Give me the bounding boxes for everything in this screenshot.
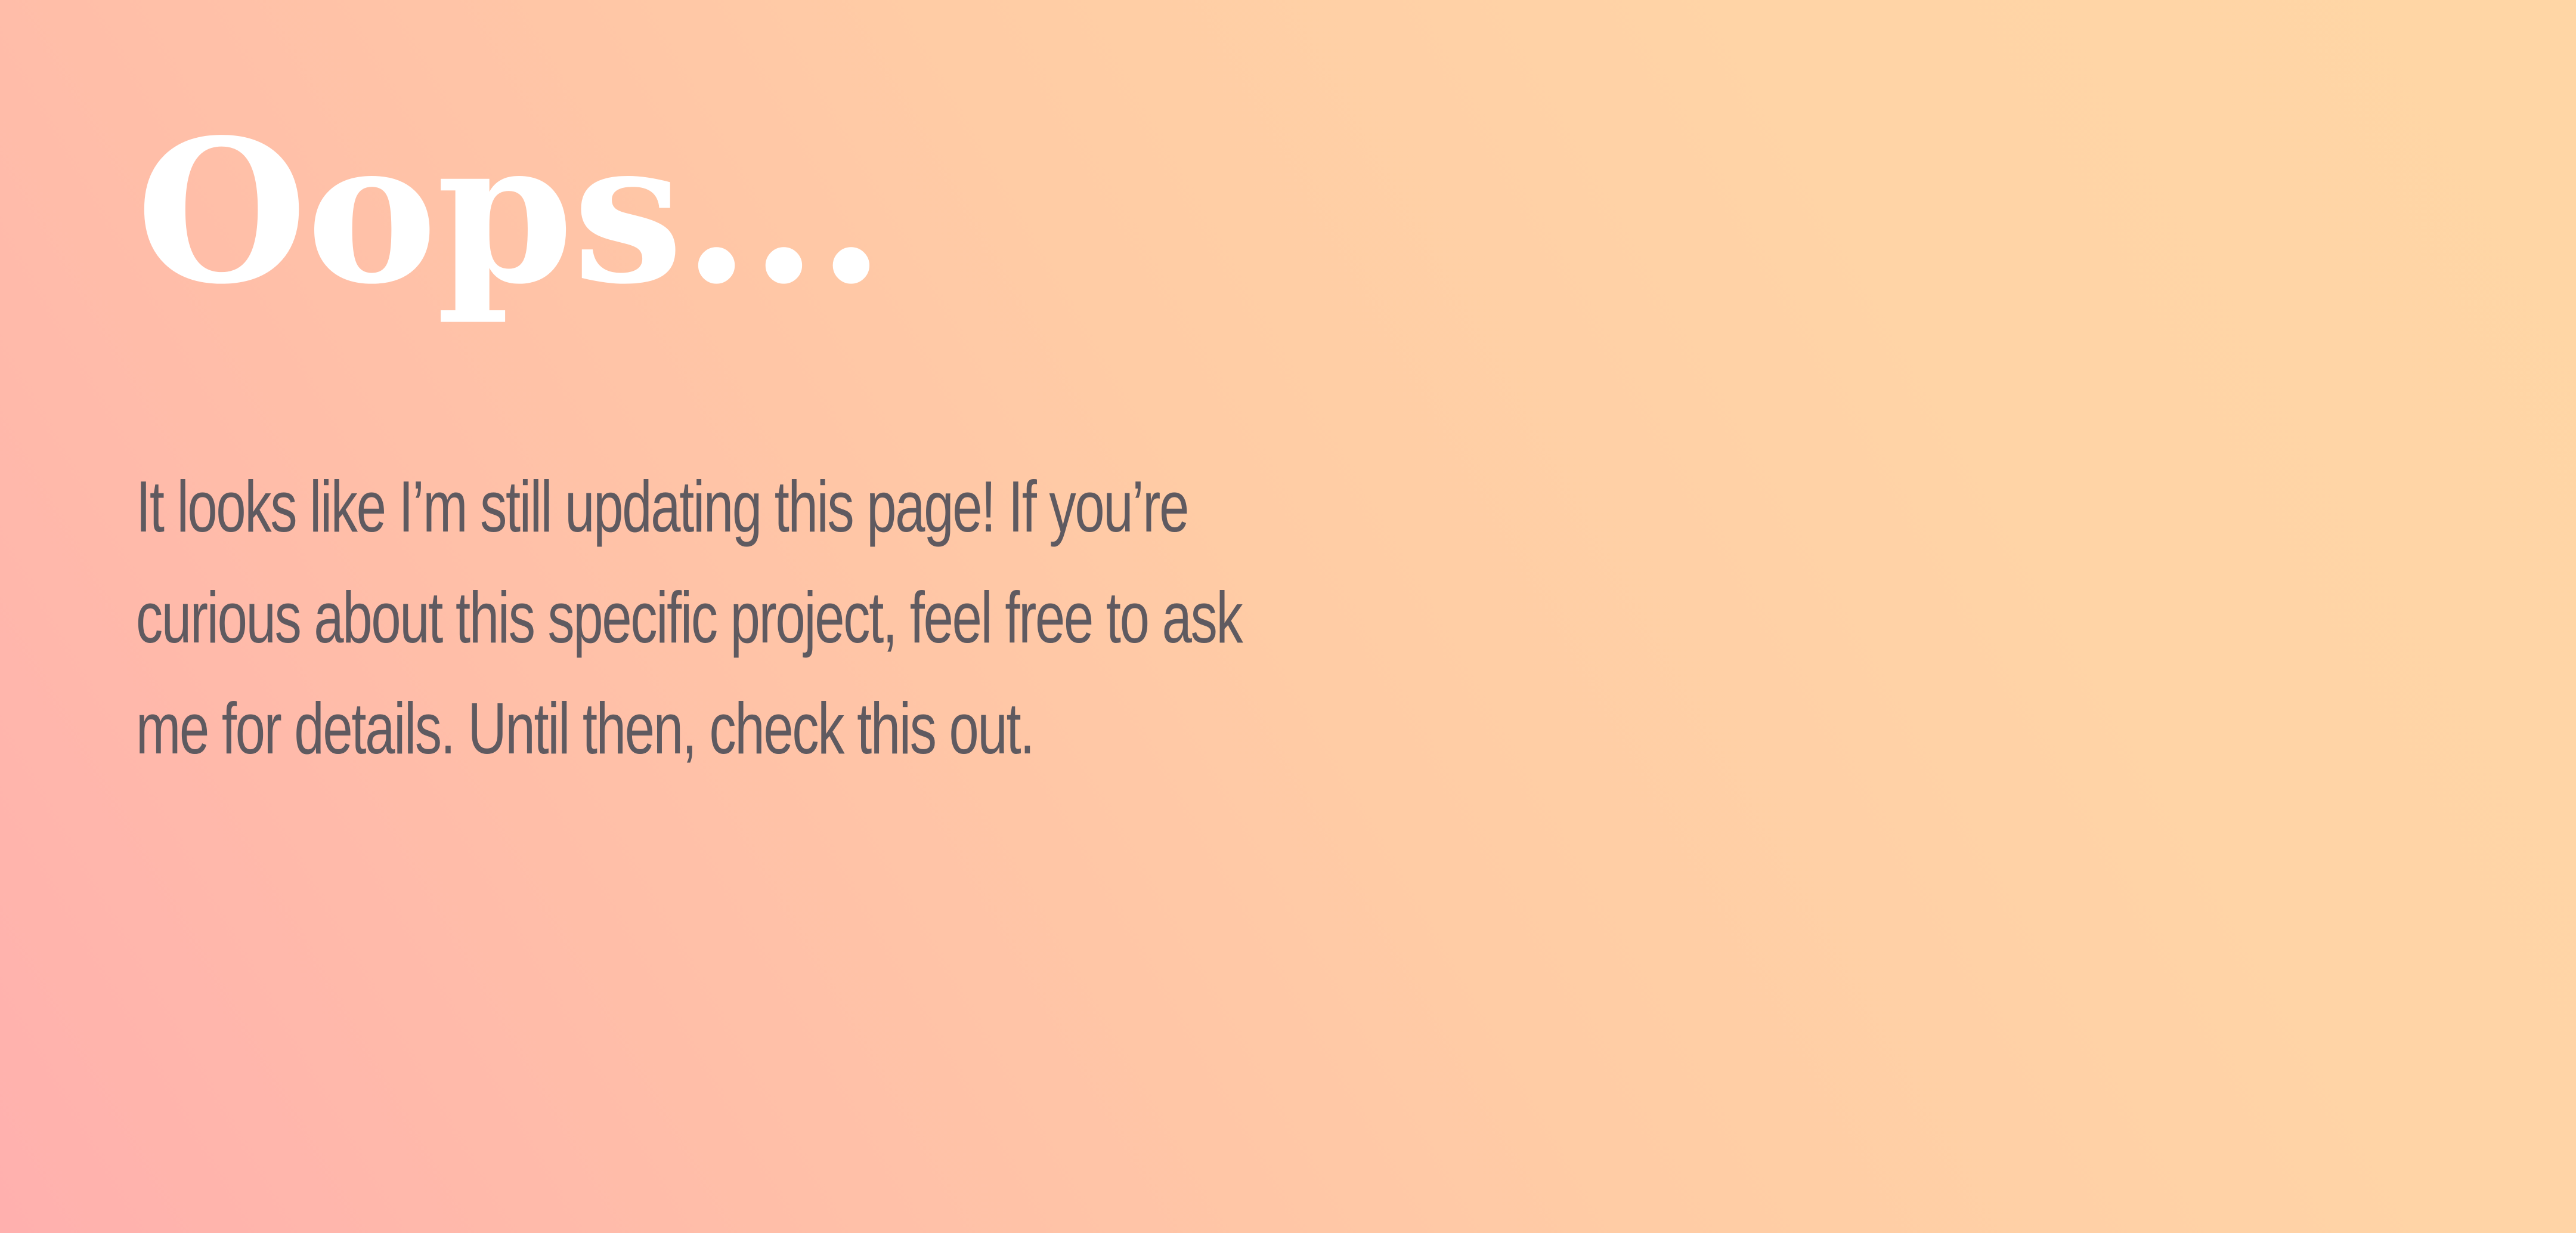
message-line-3: me for details. Until then, check this o…	[136, 688, 1035, 769]
page-background: Oops... It looks like I’m still updating…	[0, 0, 2576, 1233]
message-line-1: It looks like I’m still updating this pa…	[136, 466, 1189, 547]
placeholder-message: It looks like I’m still updating this pa…	[136, 451, 1243, 784]
message-line-2: curious about this specific project, fee…	[136, 577, 1243, 658]
page-title: Oops...	[136, 96, 886, 327]
